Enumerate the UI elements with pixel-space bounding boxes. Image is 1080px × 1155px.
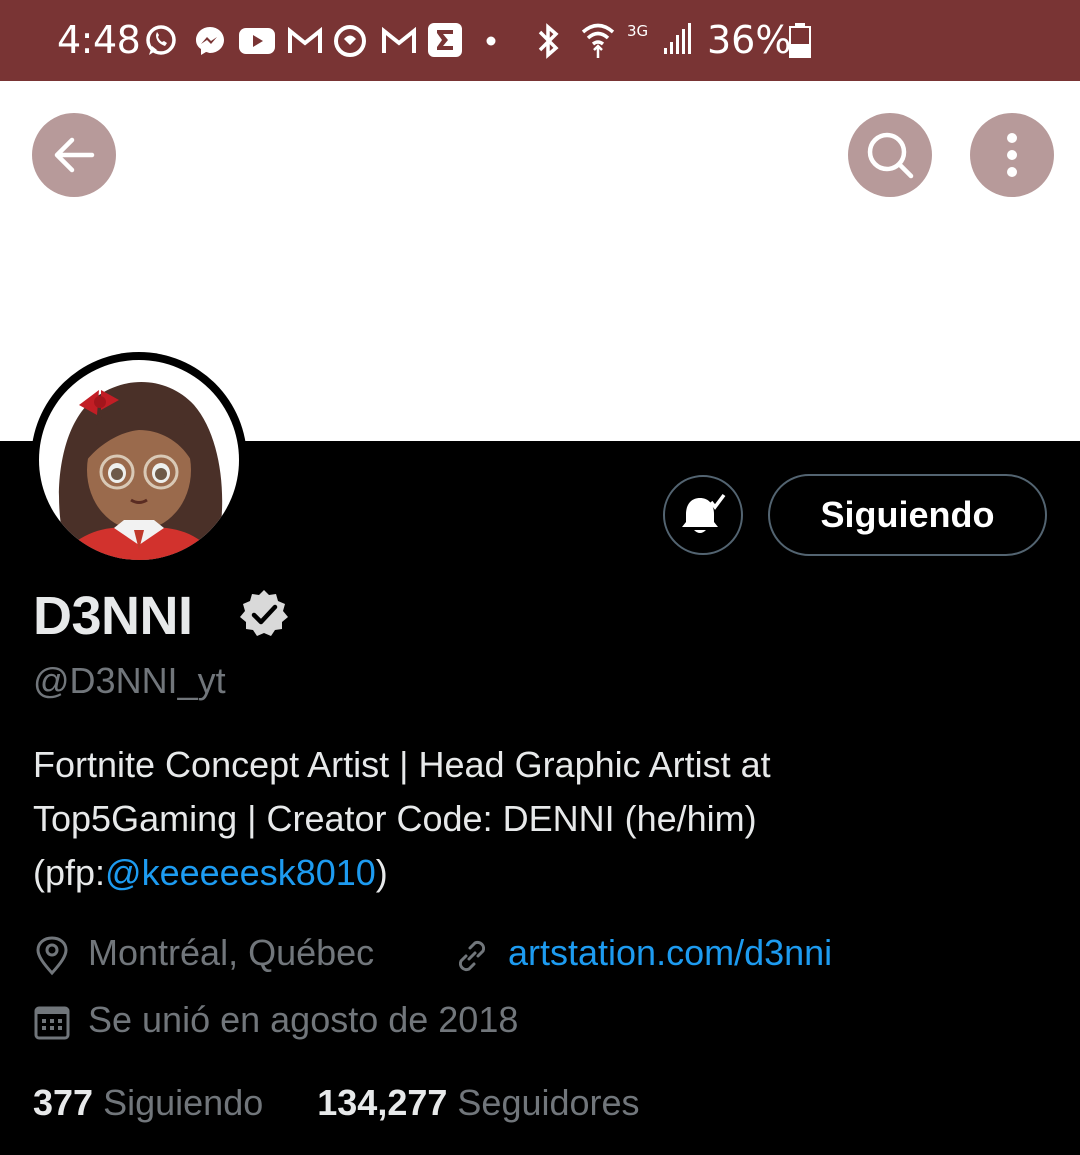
bell-check-icon <box>682 493 726 533</box>
location-website-row: Montréal, Québec artstation.com/d3nni <box>33 932 1043 982</box>
back-arrow-icon <box>54 137 95 173</box>
notifications-bell-button[interactable] <box>663 475 743 555</box>
bio-line: (pfp:@keeeeesk8010) <box>33 846 1043 900</box>
battery-icon <box>789 23 811 58</box>
notification-dot-icon <box>486 36 496 46</box>
profile-bio: Fortnite Concept Artist | Head Graphic A… <box>33 738 1043 900</box>
display-name: D3NNI <box>33 586 193 646</box>
verified-badge-icon <box>240 590 288 636</box>
followers-label: Seguidores <box>457 1082 640 1123</box>
status-bar: 4:48 3G 36% <box>0 0 1080 81</box>
sigma-icon <box>428 23 462 57</box>
bluetooth-icon <box>538 23 559 59</box>
bio-line: Top5Gaming | Creator Code: DENNI (he/him… <box>33 798 757 839</box>
profile-location: Montréal, Québec <box>88 932 375 973</box>
following-button[interactable]: Siguiendo <box>768 474 1047 556</box>
profile-avatar[interactable] <box>31 352 247 568</box>
follow-stats: 377 Siguiendo 134,277 Seguidores <box>33 1082 640 1124</box>
wifi-icon <box>581 23 615 58</box>
back-button[interactable] <box>32 113 116 197</box>
followers-count: 134,277 <box>317 1082 448 1123</box>
app-icon <box>334 25 366 57</box>
followers-stat[interactable]: 134,277 Seguidores <box>317 1082 639 1123</box>
gmail-icon <box>382 27 416 53</box>
following-stat[interactable]: 377 Siguiendo <box>33 1082 273 1123</box>
battery-percent: 36% <box>707 18 792 62</box>
following-count: 377 <box>33 1082 94 1123</box>
bio-line: Fortnite Concept Artist | Head Graphic A… <box>33 744 771 785</box>
signal-icon <box>664 23 691 54</box>
more-vertical-icon <box>1007 133 1017 177</box>
bio-text: (pfp: <box>33 852 106 893</box>
more-options-button[interactable] <box>970 113 1054 197</box>
whatsapp-icon <box>146 25 176 55</box>
joined-date-row: Se unió en agosto de 2018 <box>33 999 733 1049</box>
link-icon <box>458 940 486 972</box>
status-time: 4:48 <box>57 18 141 62</box>
youtube-icon <box>239 28 275 54</box>
search-button[interactable] <box>848 113 932 197</box>
gmail-icon <box>288 27 322 53</box>
calendar-icon <box>34 1006 70 1040</box>
search-icon <box>867 132 914 179</box>
profile-website-link[interactable]: artstation.com/d3nni <box>508 932 832 974</box>
avatar-illustration <box>39 360 239 560</box>
location-pin-icon <box>36 936 68 976</box>
profile-handle: @D3NNI_yt <box>33 660 226 701</box>
bio-text: ) <box>375 852 388 893</box>
following-label: Siguiendo <box>103 1082 264 1123</box>
bio-mention-link[interactable]: @keeeeesk8010 <box>105 852 376 893</box>
profile-joined-date: Se unió en agosto de 2018 <box>88 999 519 1040</box>
network-type: 3G <box>627 22 649 40</box>
messenger-icon <box>196 27 224 55</box>
